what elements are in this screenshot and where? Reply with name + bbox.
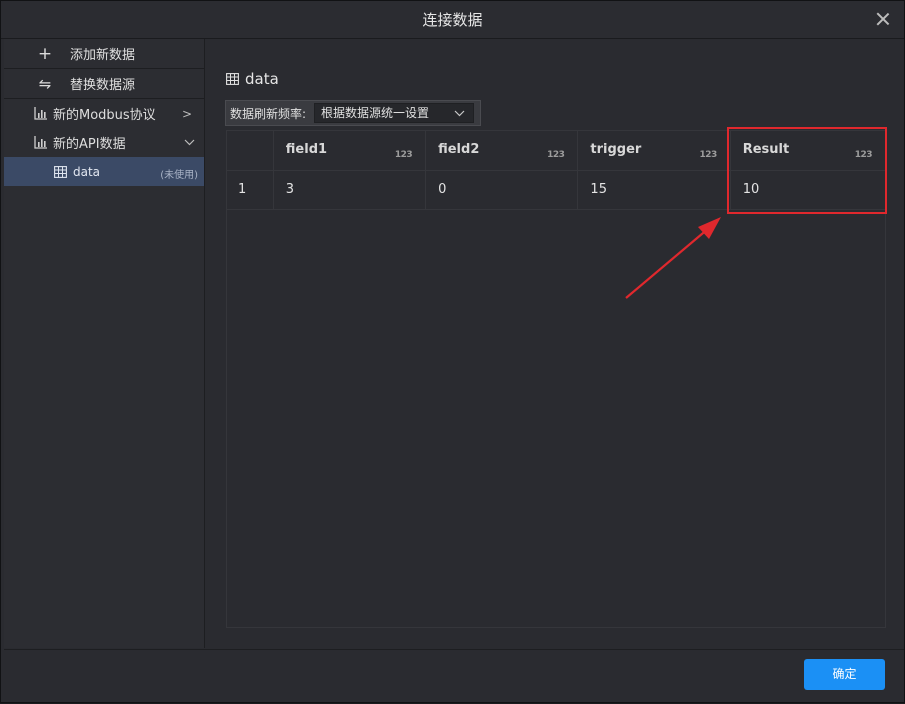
add-data-button[interactable]: + 添加新数据 xyxy=(4,39,204,69)
table-icon xyxy=(226,73,239,85)
index-header xyxy=(227,131,274,170)
replace-source-button[interactable]: ⇋ 替换数据源 xyxy=(4,69,204,99)
bar-chart-icon xyxy=(34,107,47,120)
connect-data-dialog: 连接数据 + 添加新数据 ⇋ 替换数据源 新的Modbus协议 > 新的API数… xyxy=(0,0,905,703)
cell-value: 0 xyxy=(438,182,447,197)
sidebar-group-label: 新的Modbus协议 xyxy=(53,108,156,123)
main-panel: data 数据刷新频率: 根据数据源统一设置 field1 123 field2 xyxy=(206,39,904,648)
numeric-type-icon: 123 xyxy=(394,150,413,160)
sidebar-group-label: 新的API数据 xyxy=(53,137,126,152)
column-header[interactable]: field1 123 xyxy=(274,131,427,170)
dialog-titlebar: 连接数据 xyxy=(1,1,904,39)
refresh-rate-label: 数据刷新频率: xyxy=(230,106,307,121)
table-row: 1 3 0 15 10 xyxy=(227,171,885,210)
numeric-type-icon: 123 xyxy=(547,150,565,160)
cell-value: 3 xyxy=(285,182,295,197)
sidebar: + 添加新数据 ⇋ 替换数据源 新的Modbus协议 > 新的API数据 dat… xyxy=(4,39,205,648)
plus-icon: + xyxy=(37,43,53,64)
table-cell[interactable]: 10 xyxy=(731,171,885,209)
refresh-rate-bar: 数据刷新频率: 根据数据源统一设置 xyxy=(225,100,481,126)
dataset-title: data xyxy=(226,70,279,88)
cell-value: 15 xyxy=(590,182,607,197)
column-name: field2 xyxy=(438,142,480,157)
sidebar-group-modbus[interactable]: 新的Modbus协议 > xyxy=(4,99,204,128)
sidebar-item-label: data xyxy=(73,164,101,179)
row-index: 1 xyxy=(227,171,274,209)
refresh-rate-select[interactable]: 根据数据源统一设置 xyxy=(314,103,474,123)
dialog-footer: 确定 xyxy=(4,649,904,698)
numeric-type-icon: 123 xyxy=(854,150,873,160)
table-icon xyxy=(54,165,67,178)
column-name: field1 xyxy=(285,142,328,157)
close-icon[interactable] xyxy=(876,12,890,26)
add-data-label: 添加新数据 xyxy=(70,48,136,63)
chevron-down-icon[interactable] xyxy=(184,139,195,146)
table-cell[interactable]: 3 xyxy=(274,171,427,209)
chevron-right-icon[interactable]: > xyxy=(182,107,192,121)
data-table: field1 123 field2 123 trigger 123 Result… xyxy=(226,130,886,628)
column-header[interactable]: trigger 123 xyxy=(578,131,731,170)
column-name: trigger xyxy=(590,142,642,157)
dialog-title: 连接数据 xyxy=(422,11,483,29)
refresh-rate-value: 根据数据源统一设置 xyxy=(321,106,430,120)
bar-chart-icon xyxy=(34,136,47,149)
unused-tag: (未使用) xyxy=(160,170,198,181)
table-cell[interactable]: 15 xyxy=(578,171,731,209)
table-header-row: field1 123 field2 123 trigger 123 Result… xyxy=(227,131,885,171)
column-name: Result xyxy=(742,142,790,157)
cell-value: 10 xyxy=(742,182,760,197)
column-header[interactable]: field2 123 xyxy=(426,131,579,170)
numeric-type-icon: 123 xyxy=(699,150,717,160)
swap-icon: ⇋ xyxy=(38,74,52,93)
sidebar-item-data[interactable]: data (未使用) xyxy=(4,157,204,186)
row-index-value: 1 xyxy=(238,182,247,197)
replace-source-label: 替换数据源 xyxy=(70,78,136,93)
dataset-title-text: data xyxy=(245,70,279,88)
sidebar-group-api[interactable]: 新的API数据 xyxy=(4,128,204,157)
chevron-down-icon xyxy=(454,110,465,117)
ok-button[interactable]: 确定 xyxy=(804,659,885,690)
column-header[interactable]: Result 123 xyxy=(731,131,885,170)
table-cell[interactable]: 0 xyxy=(426,171,579,209)
